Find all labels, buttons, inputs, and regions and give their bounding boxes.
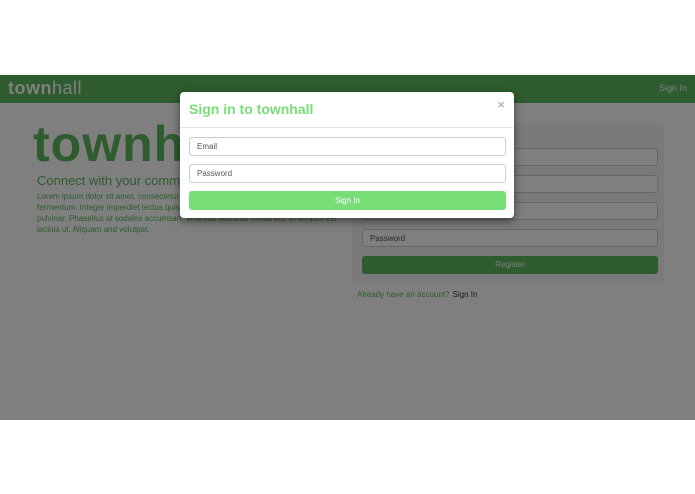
password-field[interactable]: Password xyxy=(189,164,506,183)
email-field[interactable]: Email xyxy=(189,137,506,156)
modal-header: Sign in to townhall × xyxy=(180,92,514,128)
close-icon[interactable]: × xyxy=(497,98,505,111)
signin-button[interactable]: Sign In xyxy=(189,191,506,210)
app-viewport: townhall Sign In townhall Connect with y… xyxy=(0,75,695,420)
signin-modal: Sign in to townhall × Email Password Sig… xyxy=(180,92,514,218)
modal-title: Sign in to townhall xyxy=(189,101,314,117)
